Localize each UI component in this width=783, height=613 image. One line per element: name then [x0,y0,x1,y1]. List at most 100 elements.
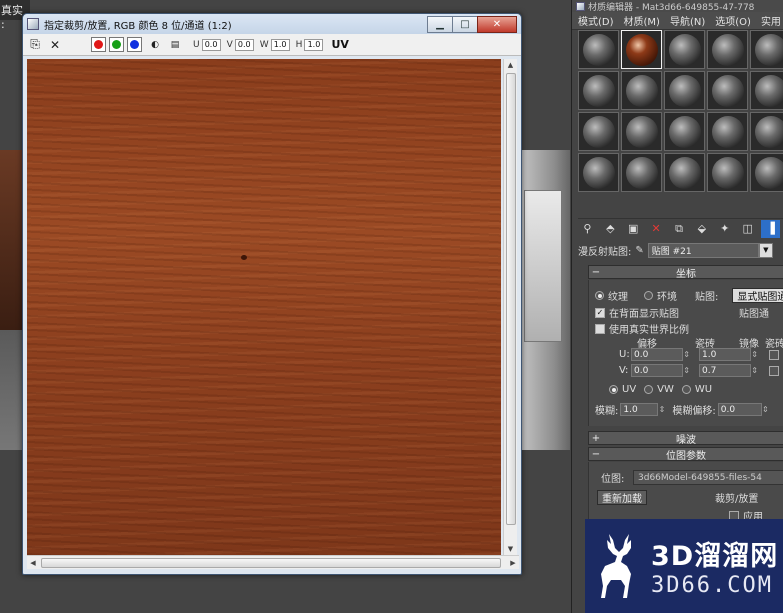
show-back-row[interactable]: ✓ 在背面显示贴图 [595,305,679,320]
clear-x-icon[interactable]: ✕ [47,37,63,53]
minimize-button[interactable]: ▁ [427,15,453,33]
material-sphere-icon [711,156,744,189]
show-map-icon[interactable]: ◫ [738,220,757,238]
blur-offset-spinner[interactable]: 0.0 [717,403,769,416]
material-slot[interactable] [578,153,619,192]
menu-material[interactable]: 材质(M) [624,13,660,28]
map-type-dropdown-icon[interactable]: ▼ [758,242,773,258]
frame-buffer-titlebar[interactable]: 指定裁剪/放置, RGB 颜色 8 位/通道 (1:2) ▁ □ ✕ [23,14,521,34]
noise-rollout-header[interactable]: + 噪波 [588,431,783,446]
save-image-icon[interactable]: ⎘ [27,37,43,53]
material-slot[interactable] [750,153,783,192]
material-slot[interactable] [664,30,705,69]
real-world-checkbox[interactable] [595,323,605,334]
material-slot[interactable] [664,71,705,110]
material-slot[interactable] [750,71,783,110]
bitmap-row: 位图: 3d66Model-649855-files-54 [601,470,783,485]
wood-texture-canvas[interactable] [27,59,501,555]
assign-to-selection-icon[interactable]: ▣ [624,220,643,238]
make-unique-icon[interactable]: ⬙ [692,220,711,238]
reset-map-icon[interactable]: ✕ [647,220,666,238]
vertical-scroll-thumb[interactable] [506,73,516,525]
green-channel-toggle[interactable] [109,37,124,52]
real-world-row[interactable]: 使用真实世界比例 [595,321,689,336]
blue-channel-toggle[interactable] [127,37,142,52]
expand-icon: + [591,432,601,444]
coordinates-rollout-header[interactable]: − 坐标 [588,265,783,280]
material-slot[interactable] [664,153,705,192]
material-slot[interactable] [707,71,748,110]
material-slot[interactable] [621,153,662,192]
material-editor-titlebar[interactable]: 材质编辑器 - Mat3d66-649855-47-778 [572,0,783,12]
alpha-channel-icon[interactable]: ◐ [147,37,163,53]
uv-toggle[interactable]: UV [331,38,348,51]
environ-radio[interactable] [644,291,653,300]
v-mirror-checkbox[interactable] [769,365,779,376]
show-back-checkbox[interactable]: ✓ [595,307,605,318]
w-input[interactable]: 1.0 [270,38,290,51]
bitmap-path-button[interactable]: 3d66Model-649855-files-54 [633,470,783,485]
menu-options[interactable]: 选项(O) [715,13,751,28]
menu-mode[interactable]: 模式(D) [578,13,614,28]
h-input[interactable]: 1.0 [304,38,324,51]
u-offset-spinner[interactable]: 0.0 [631,348,690,361]
scroll-up-icon[interactable]: ▲ [504,59,517,71]
material-slot[interactable] [621,112,662,151]
reload-button[interactable]: 重新加载 [597,490,647,505]
texture-radio-row[interactable]: 纹理 [595,288,628,303]
make-copy-icon[interactable]: ⧉ [670,220,689,238]
scroll-left-icon[interactable]: ◀ [27,556,39,570]
v-offset-spinner[interactable]: 0.0 [631,364,690,377]
uv-radio[interactable] [609,385,618,394]
material-slot[interactable] [578,71,619,110]
horizontal-scroll-thumb[interactable] [41,558,501,568]
vertical-scrollbar[interactable]: ▲ ▼ [503,59,517,555]
material-slot[interactable] [578,112,619,151]
bitmap-label: 位图: [601,474,625,485]
horizontal-scrollbar[interactable]: ◀ ▶ [27,555,519,569]
material-slot[interactable] [621,71,662,110]
blur-spinner[interactable]: 1.0 [620,403,665,416]
h-label: H [295,39,303,50]
get-material-icon[interactable]: ⚲ [578,220,597,238]
scroll-right-icon[interactable]: ▶ [507,556,519,570]
put-to-library-icon[interactable]: ✦ [715,220,734,238]
material-slot[interactable] [750,30,783,69]
material-slot[interactable] [750,112,783,151]
menu-navigation[interactable]: 导航(N) [670,13,705,28]
material-slot[interactable] [578,30,619,69]
texture-label: 纹理 [608,292,628,303]
collapse-icon: − [591,448,601,460]
v-tiling-spinner[interactable]: 0.7 [699,364,758,377]
wu-radio-label: WU [694,384,713,395]
monochrome-icon[interactable]: ▤ [167,37,183,53]
material-slot[interactable] [707,112,748,151]
material-sphere-icon [668,74,701,107]
map-name-field[interactable]: 贴图 #21 [647,242,759,258]
wu-radio[interactable] [681,385,691,394]
close-button[interactable]: ✕ [477,15,517,33]
material-sphere-icon [582,115,615,148]
vw-radio[interactable] [644,385,654,394]
material-slot[interactable] [621,30,662,69]
material-slot[interactable] [707,153,748,192]
environ-radio-row[interactable]: 环境 [644,288,677,303]
scroll-down-icon[interactable]: ▼ [504,543,517,555]
u-input[interactable]: 0.0 [201,38,221,51]
material-slot[interactable] [707,30,748,69]
eyedropper-icon[interactable]: ✎ [635,245,643,256]
u-mirror-checkbox[interactable] [769,349,779,360]
mapping-dropdown[interactable]: 显式贴图通 [732,288,783,303]
material-slot[interactable] [664,112,705,151]
viewport-furniture-right [518,150,570,450]
bitmap-params-rollout-header[interactable]: − 位图参数 [588,447,783,462]
show-shaded-icon[interactable]: ▐ [761,219,781,238]
put-to-scene-icon[interactable]: ⬘ [601,220,620,238]
maximize-button[interactable]: □ [452,15,478,33]
u-tiling-spinner[interactable]: 1.0 [699,348,758,361]
menu-utilities[interactable]: 实用 [761,13,781,28]
material-sphere-icon [754,156,783,189]
v-input[interactable]: 0.0 [234,38,254,51]
red-channel-toggle[interactable] [91,37,106,52]
texture-radio[interactable] [595,291,604,300]
